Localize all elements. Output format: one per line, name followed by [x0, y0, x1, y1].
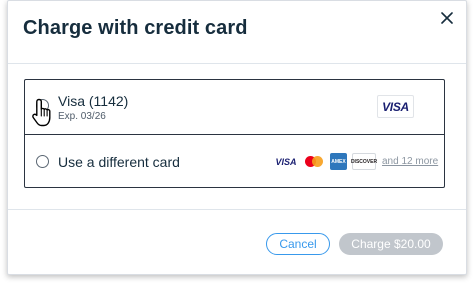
accepted-card-logos: VISA AMEX DISCOVER and 12 more — [274, 153, 438, 170]
charge-button[interactable]: Charge $20.00 — [339, 233, 443, 255]
amex-logo: AMEX — [330, 153, 347, 170]
saved-card-expiry: Exp. 03/26 — [58, 111, 106, 122]
more-cards-link[interactable]: and 12 more — [382, 156, 438, 167]
charge-dialog: Charge with credit card Visa (1142) Exp.… — [7, 0, 467, 275]
dialog-title: Charge with credit card — [23, 17, 248, 39]
discover-logo: DISCOVER — [351, 153, 377, 170]
saved-card-name: Visa (1142) — [58, 93, 129, 109]
saved-card-radio[interactable] — [36, 99, 49, 112]
visa-logo: VISA — [275, 156, 297, 167]
card-options: Visa (1142) Exp. 03/26 VISA Use a differ… — [24, 79, 445, 188]
saved-card-option[interactable]: Visa (1142) Exp. 03/26 VISA — [25, 80, 444, 134]
header-divider — [8, 63, 466, 64]
different-card-radio[interactable] — [36, 155, 49, 168]
mastercard-logo — [303, 153, 325, 170]
close-button[interactable] — [436, 7, 458, 29]
different-card-label: Use a different card — [58, 154, 180, 170]
close-icon — [441, 12, 453, 24]
footer-divider — [8, 209, 466, 210]
visa-logo: VISA — [377, 95, 414, 118]
different-card-option[interactable]: Use a different card VISA AMEX DISCOVER … — [25, 135, 444, 188]
cancel-button[interactable]: Cancel — [266, 233, 330, 255]
